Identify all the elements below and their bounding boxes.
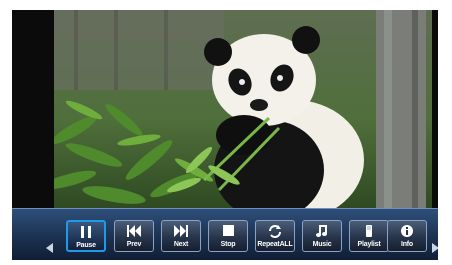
repeat-icon (256, 224, 294, 240)
next-button[interactable]: Next (161, 220, 201, 252)
prev-label: Prev (126, 241, 142, 248)
next-label: Next (173, 241, 189, 248)
scroll-left-arrow-icon[interactable] (46, 243, 53, 253)
slideshow-viewer: Pause Prev Next Stop RepeatALL Music Pla… (12, 10, 438, 260)
scroll-right-arrow-icon[interactable] (432, 243, 438, 253)
playlist-label: Playlist (357, 241, 381, 248)
stop-label: Stop (220, 241, 236, 248)
stop-icon (209, 224, 247, 240)
music-button[interactable]: Music (302, 220, 342, 252)
pause-label: Pause (76, 242, 96, 249)
pause-icon (68, 225, 104, 241)
playlist-icon (350, 224, 388, 240)
info-icon (388, 224, 426, 240)
playback-control-bar: Pause Prev Next Stop RepeatALL Music Pla… (12, 208, 438, 260)
panda-photo (54, 10, 432, 208)
prev-button[interactable]: Prev (114, 220, 154, 252)
repeat-all-button[interactable]: RepeatALL (255, 220, 295, 252)
music-label: Music (312, 241, 332, 248)
music-note-icon (303, 224, 341, 240)
playlist-button[interactable]: Playlist (349, 220, 389, 252)
stop-button[interactable]: Stop (208, 220, 248, 252)
pause-button[interactable]: Pause (66, 220, 106, 252)
next-icon (162, 224, 200, 240)
info-button[interactable]: Info (387, 220, 427, 252)
info-label: Info (400, 241, 414, 248)
previous-icon (115, 224, 153, 240)
repeat-all-label: RepeatALL (257, 241, 293, 248)
